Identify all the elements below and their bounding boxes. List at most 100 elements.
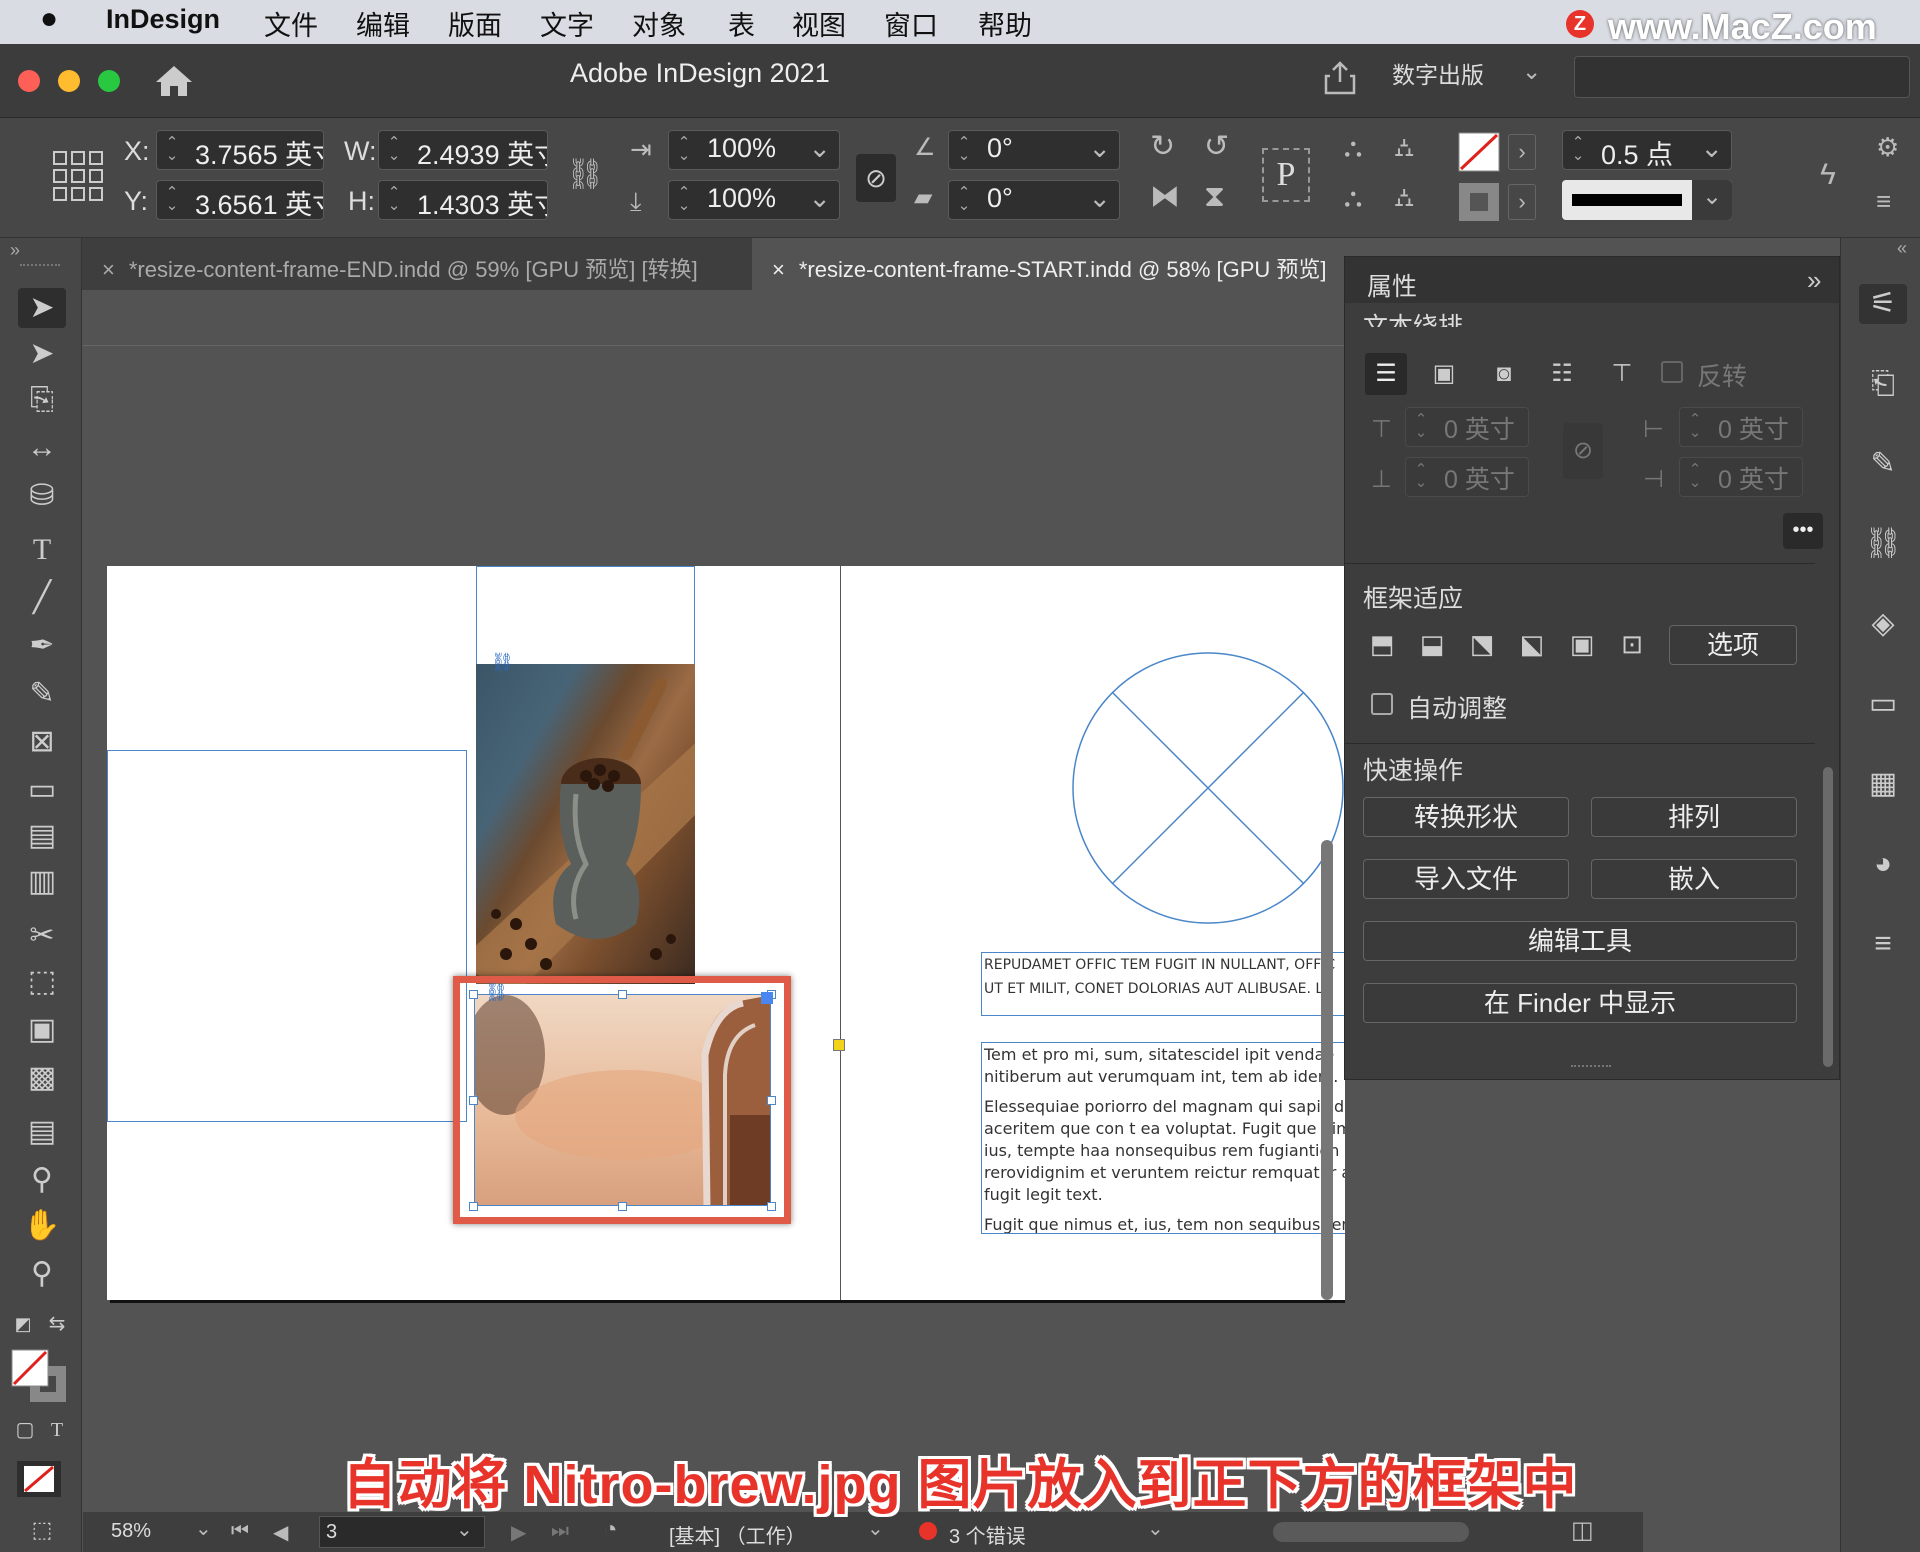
bottom-offset-field[interactable]: ⌃ ⌄ 0 英寸	[1405, 457, 1529, 497]
scale-y-field[interactable]: ⌃ ⌄ 100% ⌄	[668, 180, 840, 220]
auto-fit-checkbox[interactable]	[1371, 693, 1393, 715]
line-tool-icon[interactable]: ╱	[18, 578, 66, 618]
vertical-scrollbar[interactable]	[1315, 330, 1339, 1510]
stroke-weight-field[interactable]: ⌃ ⌄ 0.5 点 ⌄	[1562, 130, 1732, 170]
edit-with-button[interactable]: 编辑工具	[1363, 921, 1797, 961]
rectangle-tool-icon[interactable]: ▭	[18, 770, 66, 810]
fit-frame-to-content-icon[interactable]: ⬔	[1463, 629, 1501, 667]
workspace-switcher[interactable]: 数字出版 ⌄	[1392, 56, 1552, 96]
rotation-field[interactable]: ⌃ ⌄ 0° ⌄	[948, 130, 1120, 170]
more-options-button[interactable]: •••	[1783, 513, 1823, 549]
resize-handle[interactable]	[767, 1096, 776, 1105]
stepper-icon[interactable]: ⌃ ⌄	[673, 135, 695, 166]
close-icon[interactable]: ×	[772, 257, 785, 282]
wrap-bounding-box-icon[interactable]: ▣	[1423, 353, 1465, 395]
color-panel-icon[interactable]: ◕	[1859, 844, 1907, 884]
page-tool-icon[interactable]: ⎘	[18, 380, 66, 420]
chevron-down-icon[interactable]: ⌄	[808, 133, 831, 164]
preflight-icon[interactable]: ◔	[603, 1516, 618, 1544]
collapse-toolbar-icon[interactable]: »	[10, 240, 20, 261]
menu-app-name[interactable]: InDesign	[106, 4, 220, 35]
content-aware-fit-icon[interactable]: ⊡	[1613, 629, 1651, 667]
constrain-proportions-icon[interactable]: ⛓	[566, 160, 604, 190]
hand-tool-icon[interactable]: ✋	[18, 1206, 66, 1246]
stepper-icon[interactable]: ⌃ ⌄	[383, 135, 405, 166]
properties-panel-icon[interactable]: ⚟	[1859, 284, 1907, 324]
stroke-swatch-icon[interactable]	[1458, 182, 1500, 222]
preflight-profile[interactable]: [基本] （工作）	[669, 1520, 806, 1549]
convert-shape-button[interactable]: 转换形状	[1363, 797, 1569, 837]
wrap-none-button[interactable]: ☰	[1365, 353, 1407, 395]
fill-swatch-icon[interactable]	[1458, 132, 1500, 172]
menu-file[interactable]: 文件	[264, 4, 318, 43]
empty-frame-left[interactable]	[107, 750, 467, 1122]
center-content-icon[interactable]: ▣	[1563, 629, 1601, 667]
fill-stroke-icon[interactable]	[10, 1348, 70, 1404]
stepper-icon[interactable]: ⌃ ⌄	[1410, 412, 1432, 443]
select-previous-icon[interactable]: ⛼	[1394, 134, 1414, 160]
minimize-window-button[interactable]	[58, 70, 80, 92]
stepper-icon[interactable]: ⌃ ⌄	[953, 185, 975, 216]
rotate-counterclockwise-icon[interactable]: ↺	[1204, 132, 1229, 162]
stepper-icon[interactable]: ⌃ ⌄	[161, 135, 183, 166]
scrollbar-thumb[interactable]	[1321, 840, 1333, 1300]
links-panel-icon[interactable]: ⛓	[1859, 524, 1907, 564]
stepper-icon[interactable]: ⌃ ⌄	[673, 185, 695, 216]
resize-handle[interactable]	[469, 1202, 478, 1211]
zoom-tool-icon[interactable]: ⚲	[18, 1254, 66, 1294]
menu-layout[interactable]: 版面	[448, 4, 502, 43]
default-fill-stroke-icon[interactable]: ◩	[8, 1304, 38, 1344]
gradient-feather-tool-icon[interactable]: ▩	[18, 1058, 66, 1098]
last-page-icon[interactable]: ⏭	[551, 1520, 569, 1543]
swap-fill-stroke-icon[interactable]: ⇆	[42, 1304, 72, 1344]
selection-tool-icon[interactable]: ➤	[18, 288, 66, 328]
reveal-in-finder-button[interactable]: 在 Finder 中显示	[1363, 983, 1797, 1023]
stepper-icon[interactable]: ⌃ ⌄	[1684, 412, 1706, 443]
link-badge-icon[interactable]: ⛓	[491, 653, 521, 671]
content-grabber-handle[interactable]	[761, 992, 773, 1004]
stepper-icon[interactable]: ⌃ ⌄	[953, 135, 975, 166]
type-tool-icon[interactable]: T	[18, 530, 66, 570]
chevron-down-icon[interactable]: ⌄	[1700, 133, 1723, 164]
wrap-next-column-icon[interactable]: ⊤	[1601, 353, 1643, 395]
close-icon[interactable]: ×	[102, 257, 115, 282]
caps-text-frame[interactable]: REPUDAMET OFFIC TEM FUGIT IN NULLANT, OF…	[981, 952, 1345, 1016]
pencil-tool-icon[interactable]: ✎	[18, 674, 66, 714]
panel-scrollbar[interactable]	[1821, 307, 1835, 1067]
ellipse-frame[interactable]	[1070, 650, 1345, 926]
next-page-icon[interactable]: ▶	[511, 1520, 526, 1545]
scale-x-field[interactable]: ⌃ ⌄ 100% ⌄	[668, 130, 840, 170]
flip-vertical-icon[interactable]: ⧗	[1204, 182, 1225, 212]
rectangle-frame-tool-icon[interactable]: ⊠	[18, 722, 66, 762]
pages-panel-icon[interactable]: ⎗	[1859, 364, 1907, 404]
top-offset-field[interactable]: ⌃ ⌄ 0 英寸	[1405, 407, 1529, 447]
select-container-icon[interactable]: ⛬	[1344, 134, 1362, 160]
vertical-grid-tool-icon[interactable]: ▥	[18, 862, 66, 902]
eyedropper-tool-icon[interactable]: ⚲	[18, 1160, 66, 1200]
menu-table[interactable]: 表	[728, 4, 755, 43]
menu-window[interactable]: 窗口	[884, 4, 938, 43]
layers-panel-icon[interactable]: ◈	[1859, 604, 1907, 644]
y-position-field[interactable]: ⌃⌄ 3.6561 英寸	[156, 180, 324, 220]
stepper-icon[interactable]: ⌃ ⌄	[1684, 462, 1706, 493]
fit-content-to-frame-icon[interactable]: ⬕	[1513, 629, 1551, 667]
close-window-button[interactable]	[18, 70, 40, 92]
resize-handle[interactable]	[767, 1202, 776, 1211]
flip-horizontal-icon[interactable]: ⧓	[1150, 182, 1180, 212]
scissors-tool-icon[interactable]: ✂	[18, 916, 66, 956]
gradient-swatch-tool-icon[interactable]: ▣	[18, 1010, 66, 1050]
menu-object[interactable]: 对象	[632, 4, 686, 43]
expand-dock-icon[interactable]: «	[1897, 238, 1907, 259]
gradient-panel-icon[interactable]: ▭	[1859, 684, 1907, 724]
height-field[interactable]: ⌃ ⌄ 1.4303 英寸	[378, 180, 548, 220]
error-count[interactable]: 3 个错误	[949, 1520, 1026, 1549]
chevron-down-icon[interactable]: ⌄	[1088, 133, 1111, 164]
tab-resize-end[interactable]: × *resize-content-frame-END.indd @ 59% [G…	[82, 238, 750, 290]
coffee-image[interactable]	[476, 664, 695, 984]
resize-handle[interactable]	[469, 1096, 478, 1105]
toolbar-grip[interactable]	[20, 264, 60, 272]
panel-menu-icon[interactable]: ≡	[1876, 188, 1891, 214]
chevron-down-icon[interactable]: ⌄	[456, 1517, 473, 1542]
tab-resize-start[interactable]: × *resize-content-frame-START.indd @ 58% …	[752, 238, 1344, 290]
menu-type[interactable]: 文字	[540, 4, 594, 43]
